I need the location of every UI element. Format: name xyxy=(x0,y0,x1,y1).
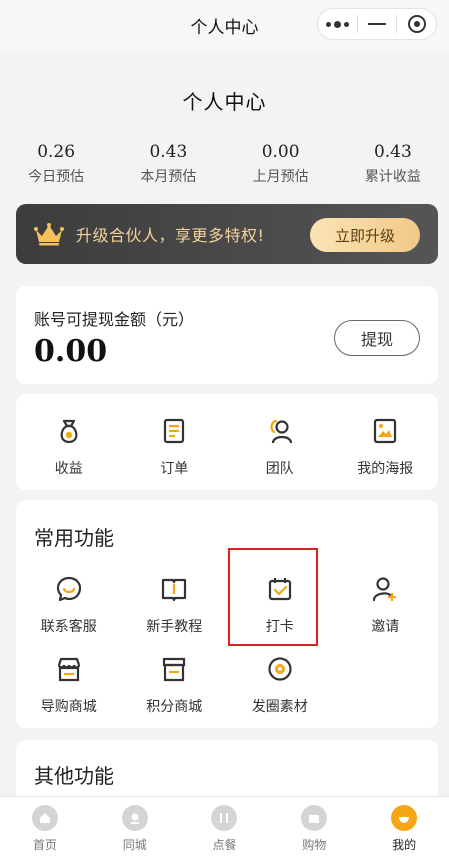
function-shopping-mall[interactable]: 导购商城 xyxy=(16,654,122,734)
quick-item-earnings[interactable]: 收益 xyxy=(16,394,122,490)
quick-label: 收益 xyxy=(54,461,83,477)
location-icon xyxy=(121,805,148,831)
stat-value: 0.43 xyxy=(149,142,188,162)
cutlery-icon xyxy=(211,805,238,831)
quick-item-team[interactable]: 团队 xyxy=(227,394,333,490)
stat-this-month[interactable]: 0.43 本月预估 xyxy=(112,142,224,186)
nav-title: 个人中心 xyxy=(190,17,259,38)
stat-value: 0.26 xyxy=(37,142,76,162)
shop-icon xyxy=(57,657,80,682)
page-title: 个人中心 xyxy=(182,90,267,114)
crown-icon xyxy=(34,223,64,246)
tab-order-food[interactable]: 点餐 xyxy=(180,797,270,862)
function-points-mall[interactable]: 积分商城 xyxy=(122,654,228,734)
stat-total[interactable]: 0.43 累计收益 xyxy=(337,142,449,186)
stat-value: 0.43 xyxy=(373,142,412,162)
balance-label: 账号可提现金额（元） xyxy=(34,310,195,329)
order-list-icon xyxy=(164,418,185,444)
tab-mine[interactable]: 我的 xyxy=(359,797,449,862)
withdraw-button[interactable]: 提现 xyxy=(334,320,420,356)
money-bag-icon xyxy=(60,419,78,444)
quick-label: 我的海报 xyxy=(357,461,414,477)
minimize-button[interactable] xyxy=(358,9,397,39)
function-label: 发圈素材 xyxy=(251,699,308,715)
withdrawable-balance-card: 账号可提现金额（元） 0.00 提现 xyxy=(16,286,438,384)
function-invite[interactable]: 邀请 xyxy=(333,574,439,654)
upgrade-banner[interactable]: 升级合伙人，享更多特权! 立即升级 xyxy=(16,204,438,264)
tab-label: 我的 xyxy=(392,838,417,852)
tab-label: 同城 xyxy=(122,838,147,852)
home-icon xyxy=(31,805,58,831)
function-grid: 联系客服 新手教程 打卡 邀请 导购商城 积分商城 发圈素材 xyxy=(16,574,438,734)
section-title: 其他功能 xyxy=(34,764,114,788)
stat-today[interactable]: 0.26 今日预估 xyxy=(0,142,112,186)
tab-shopping[interactable]: 购物 xyxy=(269,797,359,862)
function-label: 积分商城 xyxy=(146,699,203,715)
quick-item-my-poster[interactable]: 我的海报 xyxy=(333,394,439,490)
function-share-materials[interactable]: 发圈素材 xyxy=(227,654,333,734)
highlight-box xyxy=(228,548,318,646)
shopping-bag-icon xyxy=(301,805,328,831)
aperture-icon xyxy=(268,657,292,681)
function-beginner-tutorial[interactable]: 新手教程 xyxy=(122,574,228,654)
stat-label: 今日预估 xyxy=(28,169,85,185)
function-label: 新手教程 xyxy=(146,619,203,635)
more-dots-icon xyxy=(325,20,349,28)
quick-label: 订单 xyxy=(160,461,189,477)
balance-value: 0.00 xyxy=(34,334,108,369)
stat-label: 本月预估 xyxy=(140,169,197,185)
book-icon xyxy=(162,578,187,602)
tab-local[interactable]: 同城 xyxy=(90,797,180,862)
tab-label: 首页 xyxy=(32,838,57,852)
quick-entries: 收益 订单 团队 我的海报 xyxy=(16,394,438,490)
user-add-icon xyxy=(373,577,397,602)
chat-smile-icon xyxy=(56,576,81,602)
function-contact-support[interactable]: 联系客服 xyxy=(16,574,122,654)
tab-label: 点餐 xyxy=(212,838,237,852)
poster-icon xyxy=(374,418,397,444)
stat-label: 累计收益 xyxy=(364,169,421,185)
upgrade-text: 升级合伙人，享更多特权! xyxy=(76,226,265,245)
miniapp-capsule xyxy=(317,8,437,40)
target-icon xyxy=(407,15,426,33)
stat-value: 0.00 xyxy=(261,142,300,162)
function-label: 邀请 xyxy=(371,619,400,635)
team-icon xyxy=(270,419,292,444)
stat-label: 上月预估 xyxy=(252,169,309,185)
bottom-tab-bar: 首页 同城 点餐 购物 我的 xyxy=(0,796,449,862)
tab-home[interactable]: 首页 xyxy=(0,797,90,862)
section-title: 常用功能 xyxy=(34,526,114,550)
function-label: 联系客服 xyxy=(40,619,97,635)
profile-smile-icon xyxy=(391,805,418,831)
more-button[interactable] xyxy=(318,9,357,39)
stat-last-month[interactable]: 0.00 上月预估 xyxy=(225,142,337,186)
quick-item-orders[interactable]: 订单 xyxy=(122,394,228,490)
upgrade-now-button[interactable]: 立即升级 xyxy=(310,218,420,252)
nav-bar: 个人中心 xyxy=(0,0,449,50)
function-label: 导购商城 xyxy=(40,699,97,715)
minimize-icon xyxy=(368,23,386,25)
earnings-stats: 0.26 今日预估 0.43 本月预估 0.00 上月预估 0.43 累计收益 xyxy=(0,142,449,186)
quick-label: 团队 xyxy=(265,461,294,477)
tab-label: 购物 xyxy=(302,838,327,852)
common-functions-card: 常用功能 联系客服 新手教程 打卡 邀请 导购商城 积分商城 发圈素材 xyxy=(16,500,438,728)
close-miniapp-button[interactable] xyxy=(397,9,436,39)
store-icon xyxy=(163,657,186,682)
